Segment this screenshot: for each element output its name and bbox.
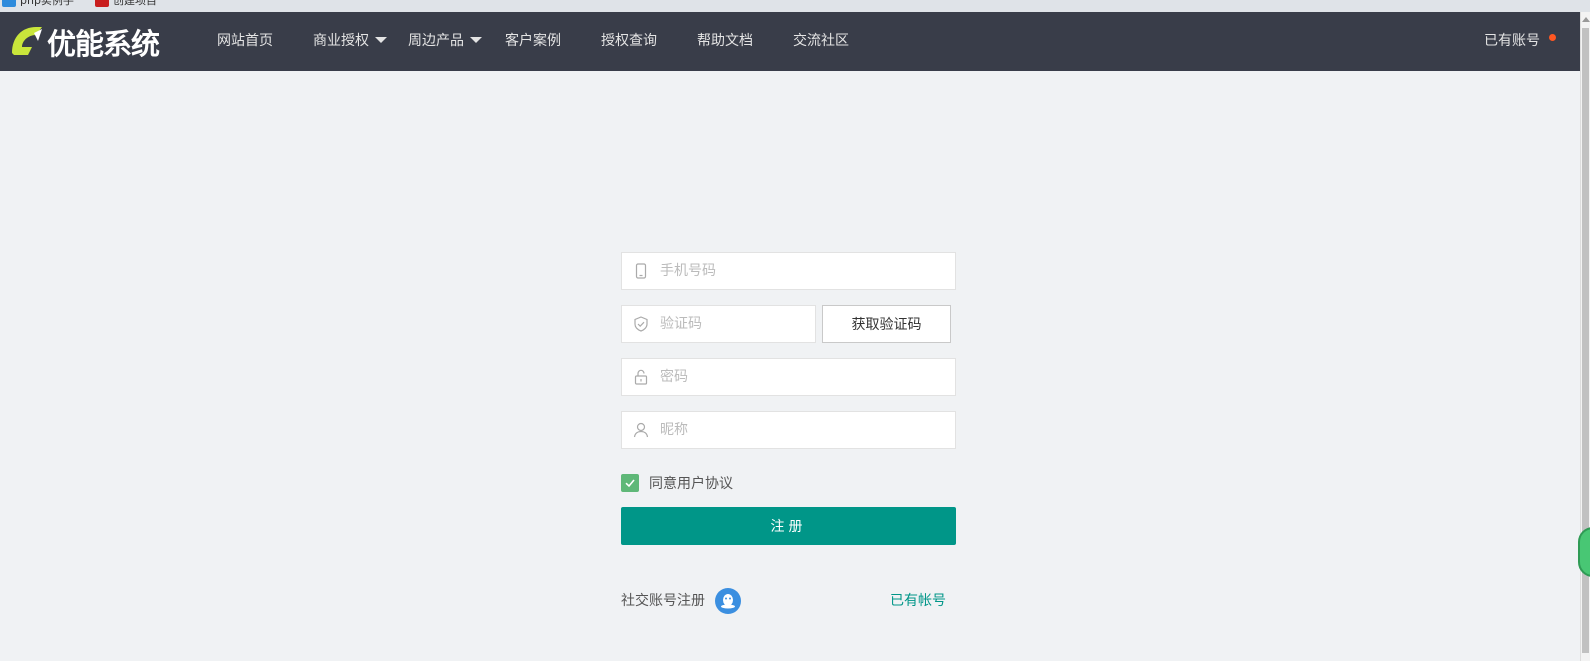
bookmark-label: 创建项目 [113,0,157,7]
checkbox-checked-icon[interactable] [621,474,639,492]
nickname-input[interactable] [622,412,955,448]
bookmark-bar: php实例手 创建项目 [0,0,1590,12]
nav-item-community[interactable]: 交流社区 [793,12,849,71]
nav-item-docs[interactable]: 帮助文档 [697,12,753,71]
nav-label: 客户案例 [505,33,561,49]
social-register-label: 社交账号注册 [621,593,705,609]
code-input[interactable] [622,306,815,342]
login-link[interactable]: 已有帐号 [890,590,946,610]
phone-icon [635,263,647,279]
site-logo[interactable]: 优能系统 [8,22,160,62]
bookmark-php[interactable]: php实例手 [2,0,74,7]
floating-service-button[interactable] [1578,527,1590,577]
nav-label: 网站首页 [217,33,273,49]
bookmark-icon [2,0,16,7]
nav-label: 授权查询 [601,33,657,49]
password-field[interactable] [621,358,956,396]
phone-input[interactable] [622,253,955,289]
top-navbar: 优能系统 网站首页 商业授权 周边产品 客户案例 授权查询 帮助文档 交流社区 … [0,12,1580,71]
nav-item-license-query[interactable]: 授权查询 [601,12,657,71]
lock-icon [634,369,648,385]
nav-item-license[interactable]: 商业授权 [313,12,387,71]
account-link[interactable]: 已有账号 [1484,12,1540,71]
caret-down-icon [470,37,482,43]
bookmark-label: php实例手 [20,0,74,7]
nav-label: 交流社区 [793,33,849,49]
user-icon [633,422,649,438]
get-code-button[interactable]: 获取验证码 [822,305,951,343]
shield-check-icon [634,316,648,332]
agree-label: 同意用户协议 [649,476,733,492]
logo-icon [12,27,42,55]
nav-label: 商业授权 [313,33,369,49]
password-input[interactable] [622,359,955,395]
nav-item-home[interactable]: 网站首页 [217,12,273,71]
register-button[interactable]: 注册 [621,507,956,545]
nickname-field[interactable] [621,411,956,449]
caret-down-icon [375,37,387,43]
phone-field[interactable] [621,252,956,290]
notification-dot [1549,34,1556,41]
nav-label: 帮助文档 [697,33,753,49]
nav-item-cases[interactable]: 客户案例 [505,12,561,71]
logo-text: 优能系统 [47,27,160,61]
bookmark-icon [95,0,109,7]
bookmark-project[interactable]: 创建项目 [95,0,157,7]
qq-icon[interactable] [715,588,741,614]
agree-checkbox[interactable]: 同意用户协议 [621,474,733,492]
nav-label: 周边产品 [408,33,464,49]
nav-item-products[interactable]: 周边产品 [408,12,482,71]
scroll-up-icon[interactable] [1582,17,1590,22]
code-field[interactable] [621,305,816,343]
